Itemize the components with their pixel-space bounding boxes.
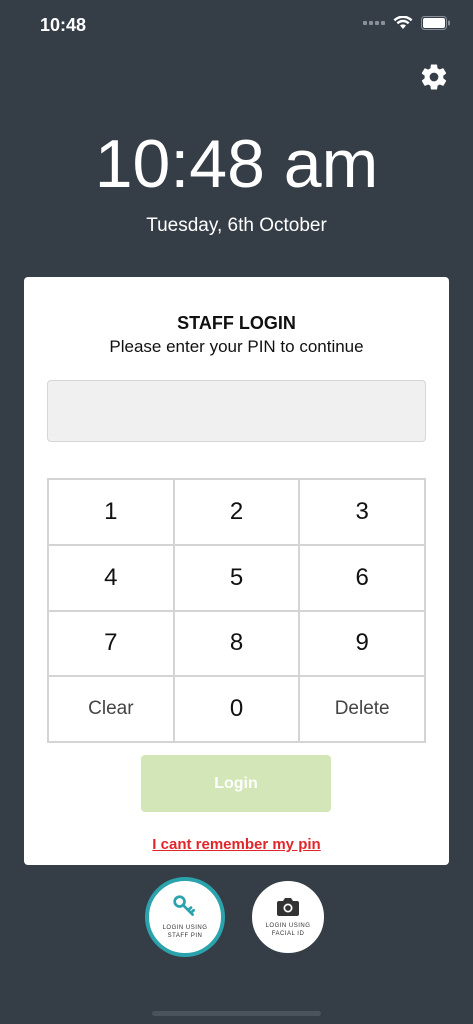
pin-input[interactable] <box>47 380 426 442</box>
login-title: STAFF LOGIN <box>177 313 296 333</box>
clear-button[interactable]: Clear <box>48 676 174 742</box>
facial-id-label: LOGIN USING FACIAL ID <box>265 923 311 937</box>
key-3[interactable]: 3 <box>299 479 425 545</box>
key-0[interactable]: 0 <box>173 676 300 742</box>
keypad: 1 2 3 4 5 6 7 8 9 Clear 0 Delete <box>47 478 426 743</box>
key-6[interactable]: 6 <box>299 544 425 611</box>
key-4[interactable]: 4 <box>48 544 174 611</box>
key-1[interactable]: 1 <box>48 479 174 545</box>
gear-icon[interactable] <box>419 62 449 92</box>
key-8[interactable]: 8 <box>173 610 300 677</box>
status-time: 10:48 <box>40 15 87 35</box>
staff-pin-label: LOGIN USING STAFF PIN <box>162 925 208 939</box>
date: Tuesday, 6th October <box>146 215 327 236</box>
signal-icon <box>363 21 385 25</box>
clock: 10:48 am <box>94 126 379 202</box>
key-7[interactable]: 7 <box>48 610 174 677</box>
login-staff-pin-button[interactable]: LOGIN USING STAFF PIN <box>145 877 225 957</box>
key-2[interactable]: 2 <box>173 479 300 545</box>
status-bar: 10:48 <box>0 0 473 52</box>
camera-icon <box>277 898 299 916</box>
login-button[interactable]: Login <box>141 755 331 812</box>
login-subtitle: Please enter your PIN to continue <box>109 337 364 356</box>
login-facial-id-button[interactable]: LOGIN USING FACIAL ID <box>248 877 328 957</box>
wifi-icon <box>393 16 413 29</box>
key-5[interactable]: 5 <box>173 544 300 611</box>
key-9[interactable]: 9 <box>299 610 425 677</box>
home-indicator[interactable] <box>152 1011 321 1016</box>
battery-icon <box>421 16 450 30</box>
login-card: STAFF LOGIN Please enter your PIN to con… <box>24 277 449 865</box>
forgot-pin-link[interactable]: I cant remember my pin <box>24 836 449 853</box>
delete-button[interactable]: Delete <box>299 676 425 742</box>
status-icons <box>363 16 451 30</box>
key-icon <box>173 895 196 916</box>
